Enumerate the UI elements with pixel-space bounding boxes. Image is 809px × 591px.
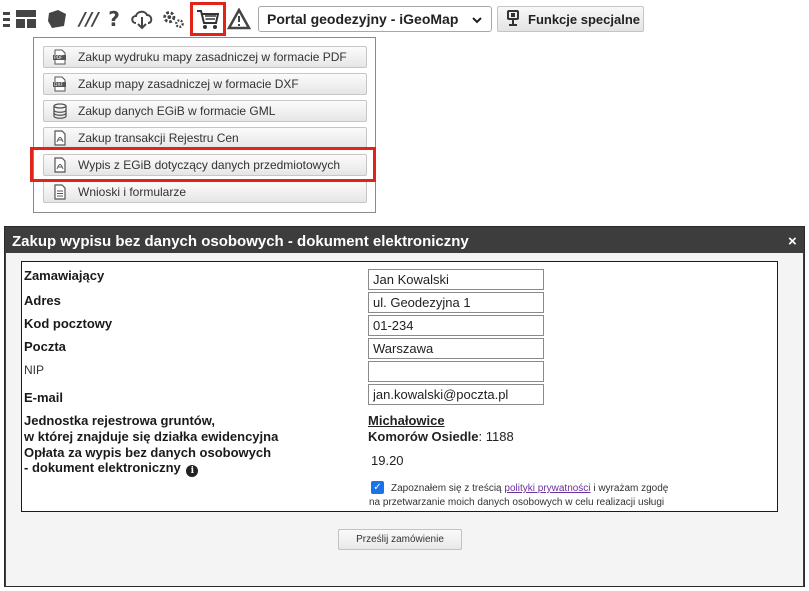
purchase-dialog: Zakup wypisu bez danych osobowych - doku…: [4, 226, 805, 587]
order-form: Zamawiający Adres Kod pocztowy Poczta NI…: [21, 261, 778, 512]
menu-item-label: Zakup wydruku mapy zasadniczej w formaci…: [78, 50, 347, 64]
toolbar: /// ? Portal geodezyjny - iGeoMap Funkcj…: [0, 0, 809, 38]
purchase-menu: PDF Zakup wydruku mapy zasadniczej w for…: [33, 37, 376, 213]
fee-label-line1: Opłata za wypis bez danych osobowych: [24, 445, 272, 460]
consent-text-after: i wyrażam zgodę: [590, 483, 669, 494]
pdf-icon: PDF: [52, 49, 68, 65]
precinct-info: Komorów Osiedle: 1188: [368, 429, 514, 444]
info-icon[interactable]: i: [186, 465, 199, 477]
menu-item-dxf-map[interactable]: DXF Zakup mapy zasadniczej w formacie DX…: [43, 73, 367, 95]
postcode-label: Kod pocztowy: [24, 316, 113, 331]
dialog-body: Zamawiający Adres Kod pocztowy Poczta NI…: [6, 253, 803, 586]
menu-item-label: Zakup mapy zasadniczej w formacie DXF: [78, 77, 299, 91]
chevron-down-icon: [471, 13, 483, 29]
consent-line2: na przetwarzanie moich danych osobowych …: [369, 497, 665, 508]
email-field[interactable]: [368, 384, 544, 405]
consent-text-before: Zapoznałem się z treścią: [391, 483, 505, 494]
shape-icon[interactable]: [45, 6, 69, 32]
orderer-field[interactable]: [368, 269, 544, 290]
address-field[interactable]: [368, 292, 544, 313]
address-label: Adres: [24, 293, 61, 308]
post-field[interactable]: [368, 338, 544, 359]
dxf-icon: DXF: [52, 76, 68, 92]
portal-select[interactable]: Portal geodezyjny - iGeoMap: [258, 6, 492, 32]
tools-icon[interactable]: ///: [78, 6, 100, 32]
document-pdf-icon: [52, 130, 68, 146]
menu-item-highlight: [30, 147, 376, 182]
cart-icon[interactable]: [196, 6, 220, 32]
layout-icon[interactable]: [14, 6, 38, 32]
form-icon: [52, 184, 68, 200]
email-label: E-mail: [24, 390, 64, 405]
app-root: /// ? Portal geodezyjny - iGeoMap Funkcj…: [0, 0, 809, 591]
menu-item-label: Zakup transakcji Rejestru Cen: [78, 131, 239, 145]
dialog-title: Zakup wypisu bez danych osobowych - doku…: [12, 233, 469, 250]
nip-label: NIP: [24, 363, 45, 377]
unit-label-line1: Jednostka rejestrowa gruntów,: [24, 413, 215, 428]
menu-item-price-register[interactable]: Zakup transakcji Rejestru Cen: [43, 127, 367, 149]
settings-icon[interactable]: [161, 6, 185, 32]
menu-item-label: Wnioski i formularze: [78, 185, 187, 199]
close-icon[interactable]: ×: [788, 233, 797, 250]
post-label: Poczta: [24, 339, 66, 354]
privacy-policy-link[interactable]: polityki prywatności: [504, 483, 590, 494]
orderer-label: Zamawiający: [24, 268, 105, 283]
nip-field[interactable]: [368, 361, 544, 382]
cloud-download-icon[interactable]: [130, 6, 154, 32]
fee-label-line2-wrap: - dokument elektroniczny i: [24, 460, 199, 477]
parcel-number: : 1188: [478, 429, 514, 444]
svg-text:DXF: DXF: [54, 82, 64, 88]
warning-icon[interactable]: [227, 6, 251, 32]
fee-value: 19.20: [371, 453, 404, 468]
special-functions-label: Funkcje specjalne: [528, 11, 640, 27]
special-functions-button[interactable]: Funkcje specjalne: [497, 6, 644, 32]
menu-item-pdf-map[interactable]: PDF Zakup wydruku mapy zasadniczej w for…: [43, 46, 367, 68]
consent-line1: Zapoznałem się z treścią polityki prywat…: [369, 482, 769, 496]
consent-text: Zapoznałem się z treścią polityki prywat…: [369, 482, 769, 510]
fee-label-line2: - dokument elektroniczny: [24, 460, 181, 475]
surveyor-icon: [506, 9, 520, 29]
svg-text:PDF: PDF: [54, 55, 63, 61]
submit-order-button[interactable]: Prześlij zamówienie: [338, 529, 462, 550]
menu-item-egib-gml[interactable]: Zakup danych EGiB w formacie GML: [43, 100, 367, 122]
help-icon[interactable]: ?: [104, 6, 124, 32]
postcode-field[interactable]: [368, 315, 544, 336]
unit-name: Michałowice: [368, 413, 445, 428]
menu-item-forms[interactable]: Wnioski i formularze: [43, 181, 367, 203]
menu-item-label: Zakup danych EGiB w formacie GML: [78, 104, 276, 118]
precinct-name: Komorów Osiedle: [368, 429, 479, 444]
unit-label-line2: w której znajduje się działka ewidencyjn…: [24, 429, 279, 444]
portal-select-value: Portal geodezyjny - iGeoMap: [267, 11, 459, 27]
database-icon: [52, 103, 68, 119]
